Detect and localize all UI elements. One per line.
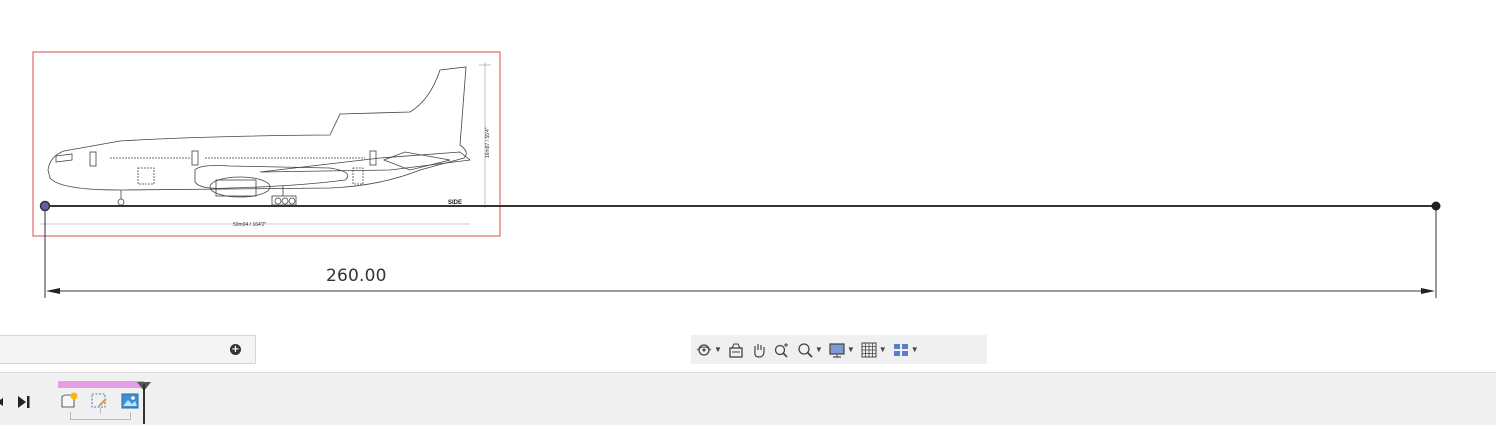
go-to-end-icon[interactable] (15, 393, 33, 411)
navigation-toolbar: ▼ ▼ ▼ ▼ ▼ (691, 335, 987, 364)
pan-tool[interactable] (750, 339, 768, 361)
calibration-end-point[interactable] (1431, 201, 1441, 211)
grid-dropdown-caret[interactable]: ▼ (879, 345, 887, 354)
viewports-dropdown-caret[interactable]: ▼ (911, 345, 919, 354)
fit-zoom-icon (798, 342, 813, 358)
design-viewport[interactable]: SIDE 50m04 / 164'2" 16m87 / 55'4" 260.00 (0, 0, 1496, 336)
dimension-arrow-left (46, 288, 60, 294)
display-settings-dropdown-caret[interactable]: ▼ (847, 345, 855, 354)
dimension-arrow-right (1421, 288, 1435, 294)
viewports-tool[interactable]: ▼ (892, 339, 919, 361)
viewports-icon (893, 343, 908, 356)
orbit-icon (696, 343, 712, 356)
sketch-feature-icon[interactable] (59, 391, 79, 411)
zoom-tool[interactable] (773, 339, 791, 361)
look-at-tool[interactable] (727, 339, 745, 361)
plus-circle-icon[interactable]: + (230, 344, 241, 355)
orbit-tool[interactable]: ▼ (695, 339, 722, 361)
drawing-height-label: 16m87 / 55'4" (485, 127, 491, 158)
orbit-dropdown-caret[interactable]: ▼ (714, 345, 722, 354)
display-settings-icon (829, 342, 845, 358)
playhead-line[interactable] (143, 384, 145, 424)
timeline-group-bracket (70, 408, 131, 420)
calibration-start-point[interactable] (39, 200, 51, 212)
fit-zoom-tool[interactable]: ▼ (796, 339, 823, 361)
viewport-graphics: SIDE 50m04 / 164'2" 16m87 / 55'4" (32, 51, 1441, 298)
zoom-icon (774, 342, 788, 358)
step-back-icon[interactable] (0, 393, 8, 411)
drawing-length-label: 50m04 / 164'2" (233, 222, 267, 228)
timeline (0, 372, 1496, 425)
look-at-icon (729, 342, 743, 358)
attached-canvas-icon[interactable] (120, 391, 140, 411)
fit-zoom-dropdown-caret[interactable]: ▼ (815, 345, 823, 354)
dimension-value-text[interactable]: 260.00 (326, 266, 387, 286)
canvas-calibration-icon[interactable] (89, 391, 109, 411)
grid-icon (861, 342, 877, 357)
timeline-group-marker (58, 381, 144, 388)
pan-hand-icon (754, 343, 765, 358)
grid-tool[interactable]: ▼ (860, 339, 887, 361)
browser-panel: + (0, 335, 256, 364)
display-settings-tool[interactable]: ▼ (828, 339, 855, 361)
